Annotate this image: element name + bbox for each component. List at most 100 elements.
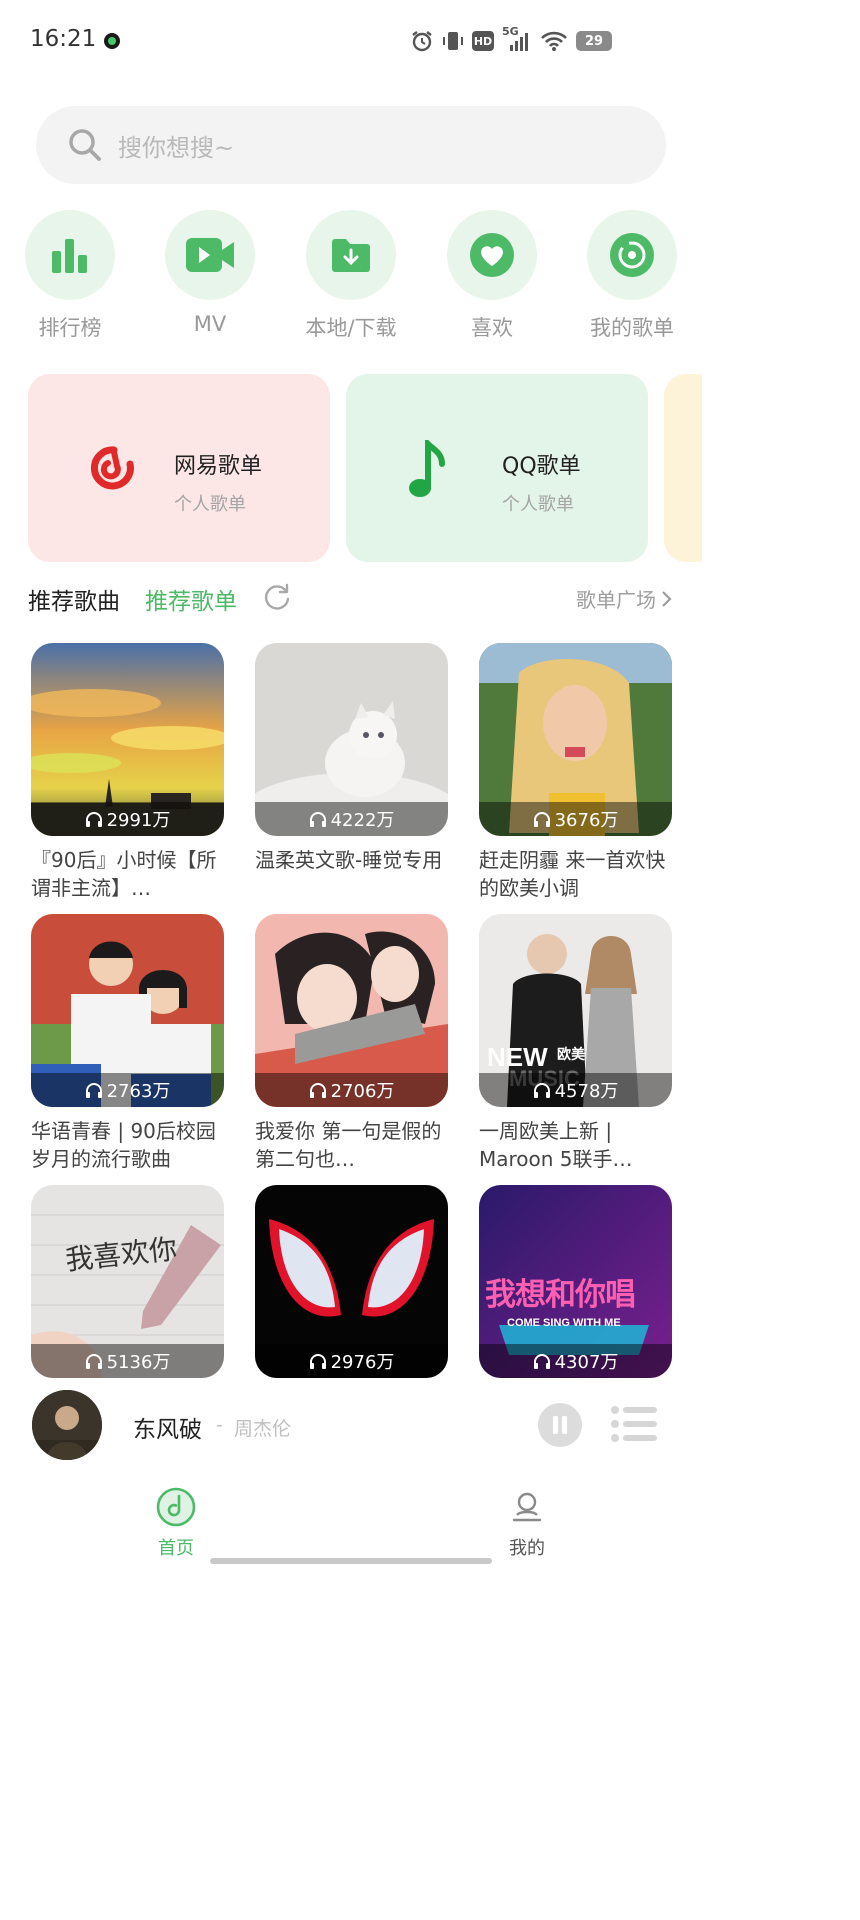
playlist-card[interactable]: 2763万 华语青春 | 90后校园岁月的流行歌曲 bbox=[31, 914, 224, 1173]
playlist-name: 一周欧美上新 | Maroon 5联手… bbox=[479, 1119, 633, 1171]
hd-icon: HD bbox=[472, 31, 494, 51]
section-header: 推荐歌曲 推荐歌单 歌单广场 bbox=[0, 578, 702, 618]
play-count-value: 4578万 bbox=[554, 1081, 619, 1102]
spider-mask-cover: 2976万 bbox=[255, 1185, 448, 1378]
now-playing-separator: - bbox=[216, 1414, 223, 1436]
alarm-icon bbox=[410, 29, 434, 53]
playlist-plaza-label: 歌单广场 bbox=[576, 588, 656, 612]
playlist-card[interactable]: 2976万 bbox=[255, 1185, 448, 1378]
play-count: 4307万 bbox=[479, 1344, 672, 1378]
headphones-icon bbox=[85, 1083, 102, 1098]
headphones-icon bbox=[309, 812, 326, 827]
disc-icon bbox=[610, 233, 654, 277]
headphones-icon bbox=[309, 1354, 326, 1369]
new-music-cover: NEW 欧美 MUSIC 4578万 bbox=[479, 914, 672, 1107]
play-count-value: 4222万 bbox=[330, 810, 395, 831]
playlist-card[interactable]: 2991万 『90后』小时候【所谓非主流】… bbox=[31, 643, 224, 902]
playlist-name: 温柔英文歌-睡觉专用 bbox=[255, 848, 443, 872]
home-indicator[interactable] bbox=[210, 1558, 492, 1564]
heart-icon bbox=[470, 233, 514, 277]
tab-recommended-songs[interactable]: 推荐歌曲 bbox=[28, 582, 120, 616]
refresh-icon[interactable] bbox=[262, 582, 292, 612]
play-count-value: 2706万 bbox=[330, 1081, 395, 1102]
now-playing-artist: 周杰伦 bbox=[234, 1418, 292, 1440]
wifi-icon bbox=[540, 30, 568, 52]
search-bar[interactable]: 搜你想搜~ bbox=[36, 106, 666, 184]
pause-button[interactable] bbox=[538, 1403, 582, 1447]
quick-entry-label: 喜欢 bbox=[471, 316, 513, 340]
netease-playlist-card[interactable]: 网易歌单 个人歌单 bbox=[28, 374, 330, 562]
quick-entry-label: 我的歌单 bbox=[590, 316, 674, 340]
now-playing-bar[interactable]: 东风破 - 周杰伦 bbox=[0, 1378, 702, 1478]
quick-entry-label: 本地/下载 bbox=[305, 316, 397, 340]
headphones-icon bbox=[533, 812, 550, 827]
play-count-value: 2763万 bbox=[106, 1081, 171, 1102]
nav-label: 我的 bbox=[509, 1538, 545, 1559]
playlist-name: 赶走阴霾 来一首欢快的欧美小调 bbox=[479, 848, 666, 900]
play-count: 2706万 bbox=[255, 1073, 448, 1107]
play-count-value: 2976万 bbox=[330, 1352, 395, 1373]
quick-entries: 排行榜 MV 本地/下载 喜欢 我的歌单 bbox=[0, 210, 702, 340]
quick-entry-local-download[interactable]: 本地/下载 bbox=[291, 210, 411, 340]
play-count: 4578万 bbox=[479, 1073, 672, 1107]
quick-entry-my-playlists[interactable]: 我的歌单 bbox=[572, 210, 692, 340]
headphones-icon bbox=[533, 1354, 550, 1369]
card-title: 网易歌单 bbox=[174, 454, 263, 479]
qq-playlist-card[interactable]: QQ歌单 个人歌单 bbox=[346, 374, 648, 562]
quick-entry-mv[interactable]: MV bbox=[150, 210, 270, 340]
illustrated-couple-cover: 2706万 bbox=[255, 914, 448, 1107]
netease-cloud-music-icon bbox=[90, 446, 134, 490]
quick-entry-label: 排行榜 bbox=[38, 316, 102, 340]
third-playlist-card[interactable] bbox=[664, 374, 702, 562]
status-time: 16:21 bbox=[30, 26, 97, 52]
play-count-value: 5136万 bbox=[106, 1352, 171, 1373]
cover-text-title: 我想和你唱 bbox=[485, 1277, 636, 1313]
album-art[interactable] bbox=[32, 1390, 102, 1460]
headphones-icon bbox=[85, 1354, 102, 1369]
search-placeholder: 搜你想搜~ bbox=[118, 133, 235, 162]
now-playing-title: 东风破 bbox=[133, 1417, 202, 1443]
quick-entry-charts[interactable]: 排行榜 bbox=[10, 210, 130, 340]
cover-text-western: 欧美 bbox=[557, 1047, 585, 1063]
play-count: 2763万 bbox=[31, 1073, 224, 1107]
blonde-girl-cover: 3676万 bbox=[479, 643, 672, 836]
play-count-value: 2991万 bbox=[106, 810, 171, 831]
nav-home[interactable]: 首页 bbox=[126, 1486, 226, 1560]
card-subtitle: 个人歌单 bbox=[174, 494, 246, 515]
play-count: 2991万 bbox=[31, 802, 224, 836]
battery-icon: 29 bbox=[576, 31, 612, 51]
nav-label: 首页 bbox=[158, 1538, 194, 1559]
playlist-card[interactable]: 我喜欢你 5136万 bbox=[31, 1185, 224, 1378]
sing-show-cover: 我想和你唱 COME SING WITH ME 4307万 bbox=[479, 1185, 672, 1378]
download-folder-icon bbox=[332, 239, 370, 272]
playlist-plaza-link[interactable]: 歌单广场 bbox=[576, 584, 674, 613]
bottom-nav: 首页 我的 bbox=[0, 1478, 702, 1568]
search-icon bbox=[69, 129, 101, 161]
quick-entry-favorites[interactable]: 喜欢 bbox=[432, 210, 552, 340]
vibrate-icon bbox=[442, 29, 464, 53]
play-count-value: 3676万 bbox=[554, 810, 619, 831]
signal-icon: 5G bbox=[502, 25, 532, 53]
card-subtitle: 个人歌单 bbox=[502, 494, 574, 515]
headphones-icon bbox=[85, 812, 102, 827]
playlist-card[interactable]: 3676万 赶走阴霾 来一首欢快的欧美小调 bbox=[479, 643, 672, 902]
tab-recommended-playlists[interactable]: 推荐歌单 bbox=[145, 582, 237, 616]
qq-music-note-icon bbox=[409, 440, 445, 497]
chevron-right-icon bbox=[662, 590, 672, 607]
play-count: 4222万 bbox=[255, 802, 448, 836]
video-camera-icon bbox=[186, 238, 234, 272]
bar-chart-icon bbox=[52, 239, 87, 273]
user-icon bbox=[512, 1492, 542, 1522]
playlist-queue-icon[interactable] bbox=[610, 1404, 658, 1444]
nav-mine[interactable]: 我的 bbox=[477, 1486, 577, 1560]
playlist-name: 我爱你 第一句是假的 第二句也… bbox=[255, 1119, 442, 1171]
playlist-card[interactable]: 我想和你唱 COME SING WITH ME 4307万 bbox=[479, 1185, 672, 1378]
notification-app-icon bbox=[104, 33, 120, 49]
pause-icon bbox=[553, 1416, 567, 1434]
playlist-card[interactable]: 4222万 温柔英文歌-睡觉专用 bbox=[255, 643, 448, 902]
play-count: 3676万 bbox=[479, 802, 672, 836]
playlist-card[interactable]: NEW 欧美 MUSIC 4578万 一周欧美上新 | Maroon 5联手… bbox=[479, 914, 672, 1173]
status-bar: 16:21 HD 5G 29 bbox=[0, 0, 702, 84]
cover-text-subtitle: COME SING WITH ME bbox=[507, 1317, 621, 1329]
playlist-card[interactable]: 2706万 我爱你 第一句是假的 第二句也… bbox=[255, 914, 448, 1173]
